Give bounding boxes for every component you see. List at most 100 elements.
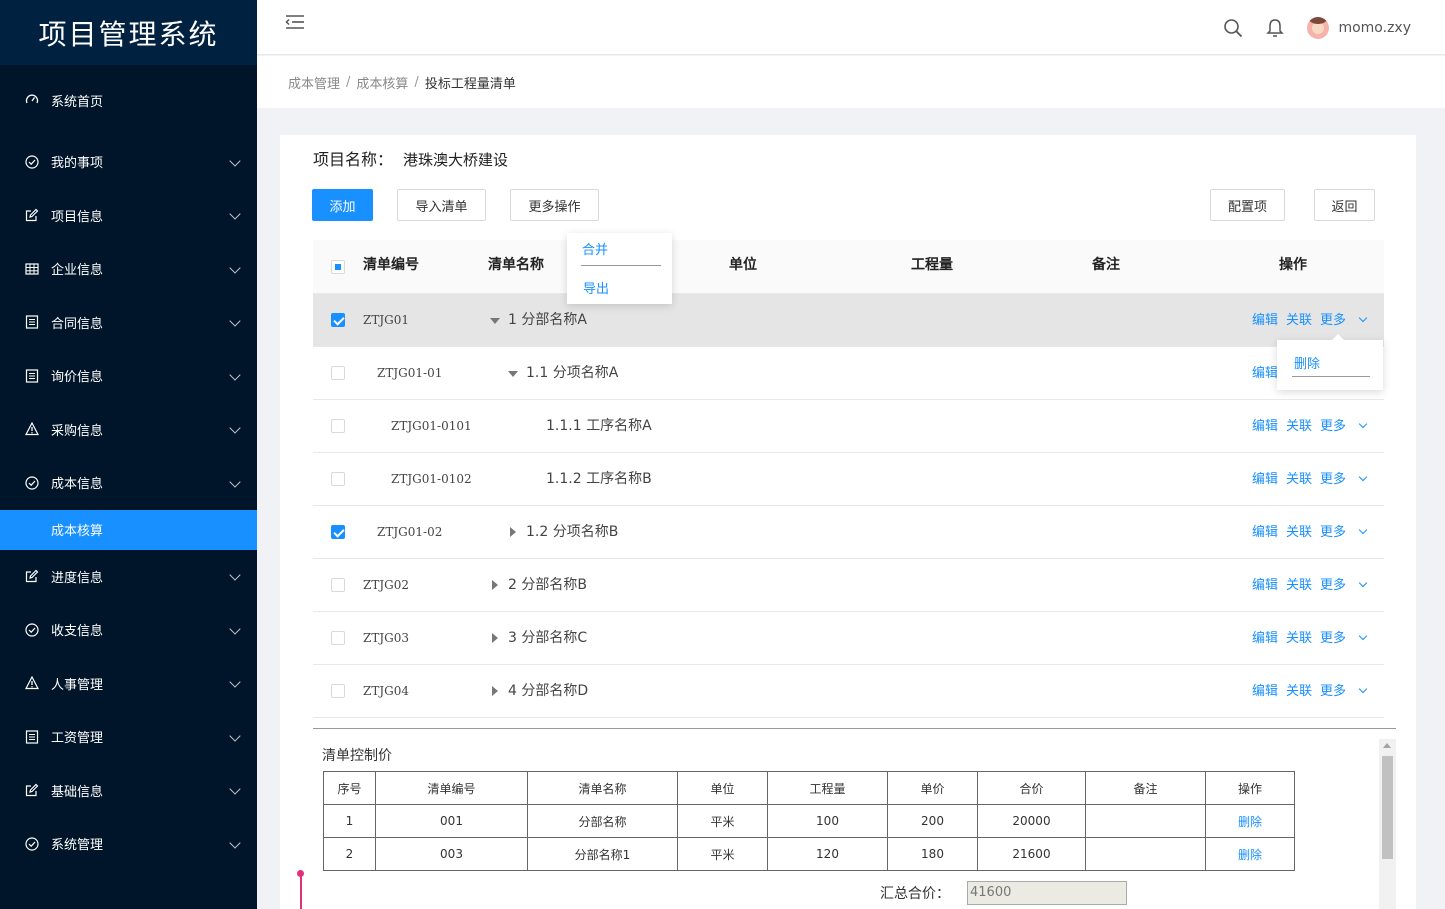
avatar[interactable] [1307, 16, 1330, 39]
caret-down-icon[interactable] [490, 318, 500, 324]
table-row[interactable]: ZTJG02 2 分部名称B 编辑 关联 更多 [313, 559, 1384, 612]
row-checkbox[interactable] [331, 419, 345, 433]
table-row[interactable]: ZTJG04 4 分部名称D 编辑 关联 更多 [313, 665, 1384, 718]
grid-header-cell: 单位 [677, 771, 768, 805]
more-link[interactable]: 更多 [1320, 525, 1368, 540]
sidebar-item[interactable]: 工资管理 [0, 710, 257, 764]
table-row[interactable]: ZTJG01-02 1.2 分项名称B 编辑 关联 更多 [313, 506, 1384, 559]
sidebar-item[interactable]: 系统管理 [0, 817, 257, 871]
edit-link[interactable]: 编辑 [1252, 366, 1278, 381]
sidebar-item[interactable]: 采购信息 [0, 403, 257, 457]
sidebar-item[interactable]: 人事管理 [0, 657, 257, 711]
sidebar: 项目管理系统 系统首页 我的事项 项目信息 企业信息 合同信息 询价信息 采购信息 成本信息成… [0, 0, 257, 909]
sidebar-item[interactable]: 系统首页 [0, 65, 257, 135]
row-name: 1.1.2 工序名称B [546, 471, 652, 487]
table-row[interactable]: ZTJG01-01 1.1 分项名称A 编辑 [313, 347, 1384, 400]
caret-right-icon[interactable] [510, 527, 516, 537]
select-all-checkbox[interactable] [331, 260, 345, 274]
chevron-down-icon [229, 262, 241, 274]
edit-link[interactable]: 编辑 [1252, 419, 1278, 434]
more-actions-dropdown: 合并 导出 [567, 233, 672, 304]
link-link[interactable]: 关联 [1286, 313, 1312, 328]
more-link[interactable]: 更多 [1320, 631, 1368, 646]
row-checkbox[interactable] [331, 631, 345, 645]
caret-right-icon[interactable] [492, 633, 498, 643]
sidebar-item[interactable]: 合同信息 [0, 296, 257, 350]
row-checkbox[interactable] [331, 578, 345, 592]
export-menu-item[interactable]: 导出 [583, 278, 609, 297]
more-label: 更多 [1320, 525, 1347, 540]
sidebar-item[interactable]: 收支信息 [0, 603, 257, 657]
sidebar-item-label: 合同信息 [51, 316, 104, 332]
breadcrumb-item[interactable]: 成本核算 [356, 73, 408, 92]
control-price-title: 清单控制价 [322, 748, 392, 764]
scrollbar[interactable] [1379, 739, 1396, 909]
link-link[interactable]: 关联 [1286, 419, 1312, 434]
config-button[interactable]: 配置项 [1210, 189, 1285, 221]
sidebar-item[interactable]: 基础信息 [0, 764, 257, 818]
link-link[interactable]: 关联 [1286, 578, 1312, 593]
sidebar-item[interactable]: 项目信息 [0, 189, 257, 243]
add-button[interactable]: 添加 [312, 189, 373, 221]
link-link[interactable]: 关联 [1286, 525, 1312, 540]
link-link[interactable]: 关联 [1286, 631, 1312, 646]
sidebar-item[interactable]: 成本信息 [0, 456, 257, 510]
edit-icon [24, 782, 40, 798]
sidebar-item[interactable]: 进度信息 [0, 550, 257, 604]
grid-header-cell: 清单编号 [375, 771, 528, 805]
row-checkbox[interactable] [331, 472, 345, 486]
chevron-down-icon [229, 315, 241, 327]
project-name: 港珠澳大桥建设 [403, 151, 509, 169]
edit-link[interactable]: 编辑 [1252, 525, 1278, 540]
grid-cell: 100 [767, 804, 888, 838]
bell-icon[interactable] [1265, 18, 1285, 38]
menu-fold-icon[interactable] [285, 14, 305, 30]
more-link[interactable]: 更多 [1320, 419, 1368, 434]
search-icon[interactable] [1223, 18, 1243, 38]
more-link[interactable]: 更多 [1320, 313, 1368, 328]
sidebar-item[interactable]: 企业信息 [0, 242, 257, 296]
delete-menu-item[interactable]: 删除 [1294, 353, 1320, 372]
edit-link[interactable]: 编辑 [1252, 631, 1278, 646]
row-checkbox[interactable] [331, 684, 345, 698]
scroll-thumb[interactable] [1382, 756, 1393, 859]
sidebar-item[interactable]: 我的事项 [0, 135, 257, 189]
row-checkbox[interactable] [331, 525, 345, 539]
table-row[interactable]: ZTJG01-0101 1.1.1 工序名称A 编辑 关联 更多 [313, 400, 1384, 453]
import-list-button[interactable]: 导入清单 [397, 189, 486, 221]
row-code: ZTJG01-02 [377, 525, 443, 539]
caret-right-icon[interactable] [492, 686, 498, 696]
table-row[interactable]: ZTJG01 1 分部名称A 编辑 关联 更多 [313, 294, 1384, 347]
caret-down-icon[interactable] [508, 371, 518, 377]
more-link[interactable]: 更多 [1320, 578, 1368, 593]
edit-link[interactable]: 编辑 [1252, 578, 1278, 593]
merge-menu-item[interactable]: 合并 [582, 239, 608, 258]
edit-link[interactable]: 编辑 [1252, 472, 1278, 487]
back-button[interactable]: 返回 [1314, 189, 1375, 221]
chevron-down-icon [1358, 631, 1368, 641]
link-link[interactable]: 关联 [1286, 472, 1312, 487]
table-row[interactable]: ZTJG01-0102 1.1.2 工序名称B 编辑 关联 更多 [313, 453, 1384, 506]
sidebar-item-label: 人事管理 [51, 677, 104, 693]
delete-link[interactable]: 删除 [1205, 804, 1295, 838]
caret-right-icon[interactable] [492, 580, 498, 590]
grid-cell: 21600 [977, 837, 1086, 871]
scroll-up-arrow[interactable] [1383, 743, 1391, 748]
row-name: 4 分部名称D [508, 683, 589, 699]
more-link[interactable]: 更多 [1320, 684, 1368, 699]
delete-link[interactable]: 删除 [1205, 837, 1295, 871]
more-link[interactable]: 更多 [1320, 472, 1368, 487]
link-link[interactable]: 关联 [1286, 684, 1312, 699]
edit-link[interactable]: 编辑 [1252, 313, 1278, 328]
edit-link[interactable]: 编辑 [1252, 684, 1278, 699]
row-checkbox[interactable] [331, 366, 345, 380]
breadcrumb: 成本管理 / 成本核算 / 投标工程量清单 [257, 56, 1445, 108]
row-checkbox[interactable] [331, 313, 345, 327]
table-row[interactable]: ZTJG03 3 分部名称C 编辑 关联 更多 [313, 612, 1384, 665]
sidebar-item-label: 进度信息 [51, 570, 104, 586]
more-actions-button[interactable]: 更多操作 [510, 189, 599, 221]
sidebar-item[interactable]: 询价信息 [0, 349, 257, 403]
sidebar-subitem-active[interactable]: 成本核算 [0, 509, 257, 550]
breadcrumb-item[interactable]: 成本管理 [288, 73, 340, 92]
username[interactable]: momo.zxy [1338, 20, 1411, 36]
